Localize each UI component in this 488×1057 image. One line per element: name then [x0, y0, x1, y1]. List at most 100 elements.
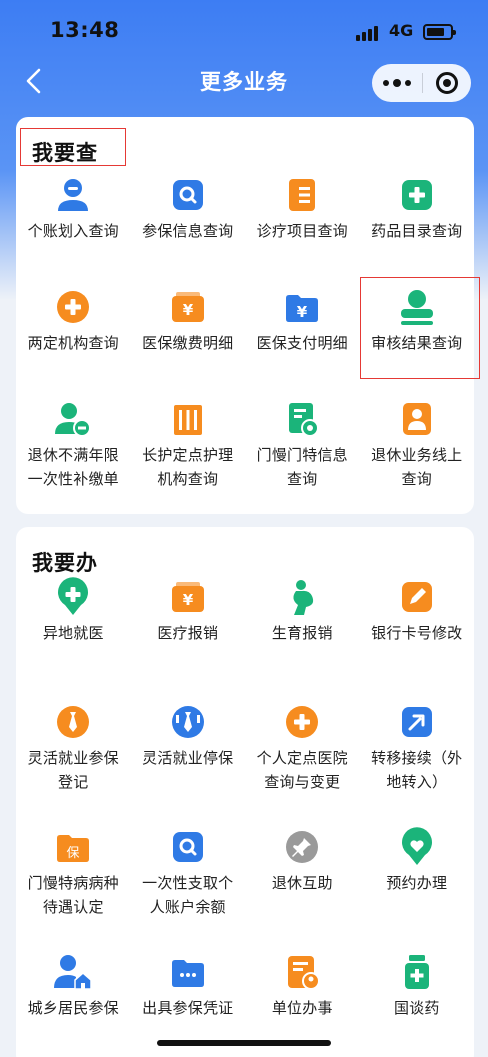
- do-item-label: 转移接续（外 地转入）: [371, 749, 463, 791]
- query-item-label: 退休业务线上 查询: [371, 446, 463, 488]
- query-item[interactable]: 药品目录查询: [360, 175, 475, 287]
- do-item-label: 生育报销: [271, 624, 333, 642]
- person-minus-icon: [53, 399, 93, 439]
- do-item[interactable]: 银行卡号修改: [360, 577, 475, 702]
- do-item-label: 国谈药: [393, 999, 440, 1017]
- hospital-cross-icon: [53, 287, 93, 327]
- home-indicator[interactable]: [157, 1040, 331, 1046]
- person-house-icon: [53, 952, 93, 992]
- bao-folder-icon: 保: [53, 827, 93, 867]
- pin-icon: [282, 827, 322, 867]
- query-item[interactable]: 参保信息查询: [131, 175, 246, 287]
- do-item-label: 退休互助: [271, 874, 333, 892]
- do-item-label: 门慢特病病种 待遇认定: [27, 874, 119, 916]
- do-item-label: 出具参保凭证: [142, 999, 234, 1017]
- stamp-icon: [397, 287, 437, 327]
- signal-icon: [356, 26, 378, 41]
- mini-program-capsule: [372, 64, 471, 102]
- do-item[interactable]: 灵活就业停保: [131, 702, 246, 827]
- tie-icon: [53, 702, 93, 742]
- section-title-do: 我要办: [32, 551, 98, 575]
- person-icon: [53, 175, 93, 215]
- query-item-label: 参保信息查询: [142, 222, 234, 240]
- doc-person-icon: [282, 952, 322, 992]
- do-section: 我要办 异地就医 ¥ 医疗报销 生育报销 银行卡号修改灵活就业参保 登记 灵活就业停保 个人…: [16, 527, 474, 1057]
- do-item-label: 预约办理: [386, 874, 448, 892]
- person-card-icon: [397, 399, 437, 439]
- query-item-label: 医保支付明细: [256, 334, 348, 352]
- search-doc-icon: [168, 175, 208, 215]
- do-item-label: 异地就医: [42, 624, 104, 642]
- do-item-label: 个人定点医院 查询与变更: [256, 749, 348, 791]
- list-doc-icon: [282, 175, 322, 215]
- query-item-label: 门慢门特信息 查询: [256, 446, 348, 488]
- medical-cross-icon: [397, 175, 437, 215]
- do-item-label: 灵活就业参保 登记: [27, 749, 119, 791]
- do-item[interactable]: 退休互助: [245, 827, 360, 952]
- status-time: 13:48: [50, 18, 120, 42]
- do-item-label: 一次性支取个 人账户余额: [142, 874, 234, 916]
- do-item[interactable]: 个人定点医院 查询与变更: [245, 702, 360, 827]
- do-item-label: 医疗报销: [157, 624, 219, 642]
- query-item[interactable]: 长护定点护理 机构查询: [131, 399, 246, 511]
- building-icon: [168, 399, 208, 439]
- edit-pen-icon: [397, 577, 437, 617]
- do-grid: 异地就医 ¥ 医疗报销 生育报销 银行卡号修改灵活就业参保 登记 灵活就业停保 个人定点医院…: [16, 577, 474, 1057]
- do-item[interactable]: 生育报销: [245, 577, 360, 702]
- query-item[interactable]: 两定机构查询: [16, 287, 131, 399]
- do-item-label: 灵活就业停保: [142, 749, 234, 767]
- do-item[interactable]: 异地就医: [16, 577, 131, 702]
- yen-wallet-icon: ¥: [168, 577, 208, 617]
- search-doc-icon: [168, 827, 208, 867]
- query-item-label: 个账划入查询: [27, 222, 119, 240]
- tie-pause-icon: [168, 702, 208, 742]
- medicine-bottle-icon: [397, 952, 437, 992]
- status-bar: 13:48 4G: [0, 0, 488, 60]
- query-item[interactable]: 诊疗项目查询: [245, 175, 360, 287]
- query-item[interactable]: 退休业务线上 查询: [360, 399, 475, 511]
- query-item[interactable]: 退休不满年限 一次性补缴单: [16, 399, 131, 511]
- pregnancy-icon: [282, 577, 322, 617]
- query-grid: 个账划入查询 参保信息查询 诊疗项目查询 药品目录查询两定机构查询 ¥ 医保缴费明细 ¥ 医保…: [16, 175, 474, 511]
- transfer-arrow-icon: [397, 702, 437, 742]
- query-item[interactable]: 个账划入查询: [16, 175, 131, 287]
- do-item[interactable]: 保门慢特病病种 待遇认定: [16, 827, 131, 952]
- svg-text:¥: ¥: [183, 591, 194, 609]
- do-item[interactable]: ¥ 医疗报销: [131, 577, 246, 702]
- svg-text:保: 保: [67, 846, 80, 861]
- query-item[interactable]: 审核结果查询: [360, 287, 475, 399]
- do-item[interactable]: 转移接续（外 地转入）: [360, 702, 475, 827]
- svg-text:¥: ¥: [297, 303, 308, 321]
- do-item[interactable]: 城乡居民参保: [16, 952, 131, 1057]
- location-cross-icon: [53, 577, 93, 617]
- do-item[interactable]: 国谈药: [360, 952, 475, 1057]
- target-close-icon[interactable]: [423, 64, 471, 102]
- query-item-label: 审核结果查询: [371, 334, 463, 352]
- dots-folder-icon: [168, 952, 208, 992]
- nav-bar: 更多业务: [0, 56, 488, 106]
- yen-folder-icon: ¥: [282, 287, 322, 327]
- query-item[interactable]: 门慢门特信息 查询: [245, 399, 360, 511]
- do-item[interactable]: 预约办理: [360, 827, 475, 952]
- do-item-label: 单位办事: [271, 999, 333, 1017]
- hospital-cross-icon: [282, 702, 322, 742]
- query-item-label: 退休不满年限 一次性补缴单: [27, 446, 119, 488]
- more-dots-icon[interactable]: [372, 64, 422, 102]
- query-item-label: 诊疗项目查询: [256, 222, 348, 240]
- do-item-label: 银行卡号修改: [371, 624, 463, 642]
- do-item[interactable]: 灵活就业参保 登记: [16, 702, 131, 827]
- section-title-query: 我要查: [32, 141, 98, 165]
- query-item[interactable]: ¥ 医保支付明细: [245, 287, 360, 399]
- network-type: 4G: [389, 21, 414, 40]
- query-item[interactable]: ¥ 医保缴费明细: [131, 287, 246, 399]
- query-item-label: 医保缴费明细: [142, 334, 234, 352]
- query-item-label: 两定机构查询: [27, 334, 119, 352]
- do-item-label: 城乡居民参保: [27, 999, 119, 1017]
- query-item-label: 长护定点护理 机构查询: [142, 446, 234, 488]
- battery-icon: [423, 24, 456, 40]
- yen-wallet-icon: ¥: [168, 287, 208, 327]
- query-section: 我要查 个账划入查询 参保信息查询 诊疗项目查询 药品目录查询两定机构查询 ¥ 医保缴费明…: [16, 117, 480, 514]
- query-item-label: 药品目录查询: [371, 222, 463, 240]
- svg-text:¥: ¥: [183, 301, 194, 319]
- do-item[interactable]: 一次性支取个 人账户余额: [131, 827, 246, 952]
